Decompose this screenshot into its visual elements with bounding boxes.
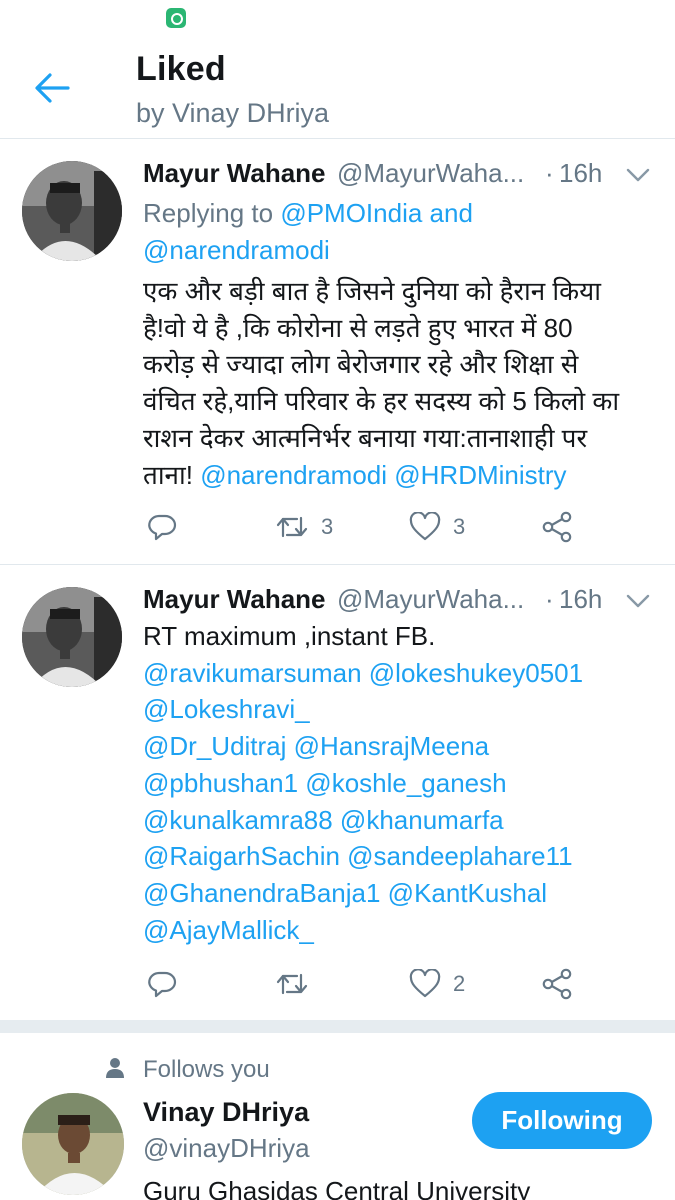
retweet-icon — [276, 516, 308, 538]
user-name[interactable]: Vinay DHriya — [143, 1097, 309, 1128]
tweet-item[interactable]: Mayur Wahane @MayurWaha... · 16h Replyin… — [0, 140, 675, 565]
reply-button[interactable] — [147, 507, 177, 547]
avatar-photo — [22, 587, 122, 687]
share-button[interactable] — [541, 507, 573, 547]
tweet-author-name[interactable]: Mayur Wahane — [143, 158, 326, 189]
reply-icon — [148, 971, 177, 998]
tweet-item[interactable]: Mayur Wahane @MayurWaha... · 16h RT maxi… — [0, 566, 675, 1020]
user-handle: @vinayDHriya — [143, 1133, 310, 1163]
tweet-author-handle[interactable]: @MayurWaha... — [337, 158, 537, 189]
mention-link[interactable]: @narendramodi — [200, 460, 387, 490]
reply-label: Replying to — [143, 198, 274, 228]
avatar[interactable] — [22, 587, 122, 687]
retweet-button[interactable] — [275, 964, 309, 1004]
reply-and: and — [429, 198, 473, 228]
arrow-left-icon — [35, 73, 70, 103]
mention-line[interactable]: @RaigarhSachin @sandeeplahare11 — [143, 838, 658, 875]
mention-link[interactable]: @narendramodi — [143, 235, 330, 265]
tweet-text-line: RT maximum ,instant FB. — [143, 621, 436, 651]
tweet-text-line: करोड़ से ज्यादा लोग बेरोजगार रहे और शिक्… — [143, 349, 579, 380]
share-icon — [542, 968, 572, 1000]
retweet-count: 3 — [321, 514, 334, 539]
user-bio: Guru Ghasidas Central University — [143, 1176, 531, 1200]
like-button[interactable]: 3 — [409, 507, 465, 547]
tweet-text-fragment: ताना! — [143, 459, 193, 490]
mention-line[interactable]: @GhanendraBanja1 @KantKushal — [143, 875, 658, 912]
page-subtitle: by Vinay DHriya — [136, 98, 330, 128]
separator-dot: · — [545, 584, 554, 614]
tweet-actions: 3 3 — [143, 507, 643, 547]
mention-line[interactable]: @AjayMallick_ — [143, 912, 658, 949]
retweet-icon — [276, 973, 308, 995]
section-divider — [0, 1020, 675, 1033]
tweet-text-line: है!वो ये है ,कि कोरोना से लड़ते हुए भारत… — [143, 312, 573, 343]
like-button[interactable]: 2 — [409, 964, 465, 1004]
tweet-text-line: वंचित रहे,यानि परिवार के हर सदस्य को 5 क… — [143, 386, 620, 417]
mention-line[interactable]: @pbhushan1 @koshle_ganesh — [143, 765, 658, 802]
avatar-photo — [22, 161, 122, 261]
user-card[interactable]: Follows you Vinay DHriya @vinayDHriya Fo… — [0, 1033, 675, 1200]
avatar-photo — [22, 1093, 124, 1195]
separator-dot: · — [545, 158, 554, 188]
tweet-menu-button[interactable] — [623, 160, 653, 190]
retweet-button[interactable]: 3 — [275, 507, 333, 547]
tweet-timestamp: 16h — [559, 584, 603, 614]
tweet-actions: 2 — [143, 964, 643, 1004]
tweet-timestamp: 16h — [559, 158, 603, 188]
tweet-text: RT maximum ,instant FB. @ravikumarsuman … — [143, 618, 658, 948]
follows-you-label: Follows you — [143, 1056, 270, 1083]
heart-icon — [409, 969, 441, 998]
chevron-down-icon — [626, 168, 650, 182]
mention-line[interactable]: @Dr_Uditraj @HansrajMeena — [143, 728, 658, 765]
mention-line[interactable]: @kunalkamra88 @khanumarfa — [143, 802, 658, 839]
mention-link[interactable]: @PMOIndia — [280, 198, 422, 228]
page-title: Liked — [136, 50, 226, 88]
tweet-author-name[interactable]: Mayur Wahane — [143, 584, 326, 615]
following-button[interactable]: Following — [472, 1092, 652, 1149]
mention-line[interactable]: @ravikumarsuman @lokeshukey0501 — [143, 655, 658, 692]
person-icon — [106, 1058, 124, 1078]
notification-app-icon — [166, 8, 186, 28]
tweet-header: Mayur Wahane @MayurWaha... · 16h — [143, 158, 663, 192]
mention-link[interactable]: @HRDMinistry — [394, 460, 566, 490]
mention-line[interactable]: @Lokeshravi_ — [143, 691, 658, 728]
reply-context: Replying to @PMOIndia and @narendramodi — [143, 195, 658, 268]
status-bar — [0, 0, 675, 36]
tweet-menu-button[interactable] — [623, 586, 653, 616]
reply-icon — [148, 514, 177, 541]
share-icon — [542, 511, 572, 543]
back-button[interactable] — [28, 64, 76, 112]
tweet-text-line: राशन देकर आत्मनिर्भर बनाया गया:तानाशाही … — [143, 422, 588, 453]
like-count: 3 — [453, 514, 466, 539]
share-button[interactable] — [541, 964, 573, 1004]
page-header: Liked by Vinay DHriya — [0, 36, 675, 139]
reply-button[interactable] — [147, 964, 177, 1004]
tweet-text: एक और बड़ी बात है जिसने दुनिया को हैरान … — [143, 273, 658, 493]
avatar[interactable] — [22, 161, 122, 261]
heart-icon — [409, 512, 441, 541]
like-count: 2 — [453, 971, 466, 996]
chevron-down-icon — [626, 594, 650, 608]
tweet-text-line: एक और बड़ी बात है जिसने दुनिया को हैरान … — [143, 276, 601, 306]
avatar[interactable] — [22, 1093, 124, 1195]
tweet-header: Mayur Wahane @MayurWaha... · 16h — [143, 584, 663, 618]
tweet-author-handle[interactable]: @MayurWaha... — [337, 584, 537, 615]
